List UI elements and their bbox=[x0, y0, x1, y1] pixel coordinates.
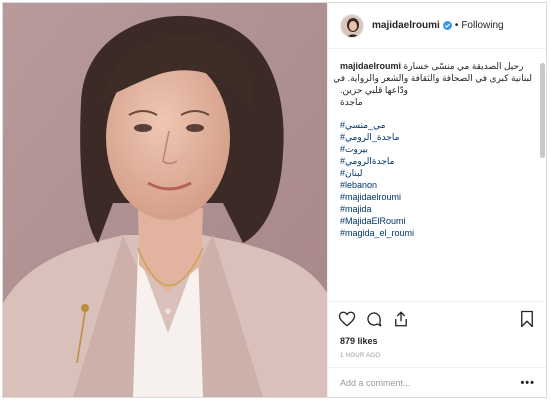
caption-line-2: لبنانية كبرى في الصحافة والثقافة والشعر … bbox=[333, 73, 532, 83]
caption-scrollbar[interactable] bbox=[540, 63, 545, 158]
username[interactable]: majidaelroumi bbox=[372, 20, 440, 31]
comment-bar: Add a comment... ••• bbox=[328, 367, 546, 397]
verified-badge-icon bbox=[442, 21, 452, 30]
avatar[interactable] bbox=[340, 13, 364, 38]
hashtag-link[interactable]: #مي_منسي bbox=[340, 119, 532, 131]
caption-username[interactable]: majidaelroumi bbox=[340, 61, 401, 71]
following-button[interactable]: Following bbox=[461, 20, 503, 31]
post-side-panel: majidaelroumi • Following majidaelroumi … bbox=[327, 3, 546, 397]
hashtag-link[interactable]: #majidaelroumi bbox=[340, 191, 532, 203]
more-options-icon[interactable]: ••• bbox=[520, 377, 535, 389]
post-header: majidaelroumi • Following bbox=[328, 3, 546, 49]
avatar-image bbox=[341, 14, 363, 37]
likes-count[interactable]: 879 likes bbox=[340, 336, 378, 346]
hashtag-link[interactable]: #majida bbox=[340, 203, 532, 215]
hashtag-link[interactable]: #magida_el_roumi bbox=[340, 227, 532, 239]
caption-text-1: رحيل الصديقة مي منسّى خسارة bbox=[403, 61, 524, 71]
post-timestamp: 1 HOUR AGO bbox=[340, 353, 381, 359]
post-caption: majidaelroumi رحيل الصديقة مي منسّى خسار… bbox=[328, 50, 540, 292]
comment-input[interactable]: Add a comment... bbox=[340, 378, 520, 388]
post-photo[interactable] bbox=[3, 3, 327, 397]
hashtag-link[interactable]: #لبنان bbox=[340, 167, 532, 179]
action-icons bbox=[338, 310, 410, 328]
share-icon[interactable] bbox=[392, 310, 410, 328]
hashtag-link[interactable]: #MajidaElRoumi bbox=[340, 215, 532, 227]
caption-line-1: majidaelroumi رحيل الصديقة مي منسّى خسار… bbox=[340, 60, 532, 72]
heart-icon[interactable] bbox=[338, 310, 356, 328]
comment-icon[interactable] bbox=[365, 310, 383, 328]
hashtag-list: #مي_منسي #ماجدة_الرومي #بيروت #ماجدةالرو… bbox=[340, 119, 532, 239]
separator-dot: • bbox=[454, 20, 459, 31]
hashtag-link[interactable]: #lebanon bbox=[340, 179, 532, 191]
hashtag-link[interactable]: #ماجدة_الرومي bbox=[340, 131, 532, 143]
caption-signature: ماجدة bbox=[340, 97, 363, 107]
instagram-post: majidaelroumi • Following majidaelroumi … bbox=[2, 2, 547, 398]
hashtag-link[interactable]: #بيروت bbox=[340, 143, 532, 155]
hashtag-link[interactable]: #ماجدةالرومي bbox=[340, 155, 532, 167]
bookmark-icon[interactable] bbox=[519, 310, 535, 328]
portrait-image bbox=[3, 3, 327, 397]
caption-line-3: ودّاعها قلبي حزين. bbox=[340, 85, 409, 95]
